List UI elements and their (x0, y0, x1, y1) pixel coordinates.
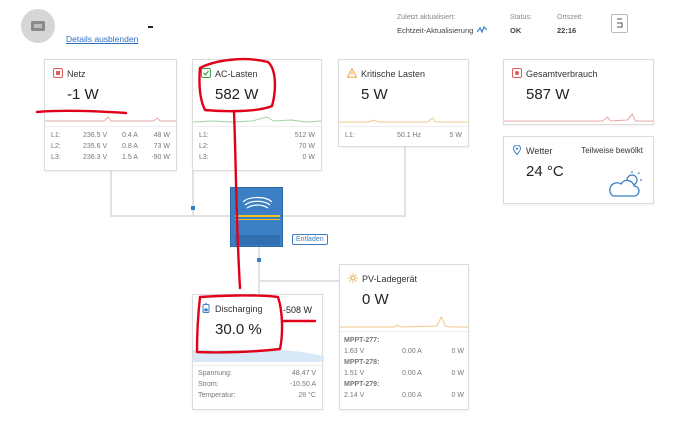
grid-sparkline (45, 116, 176, 122)
critical-loads-sparkline (339, 117, 468, 123)
connector-pv (259, 280, 339, 282)
battery-card[interactable]: Discharging -508 W 30.0 % Spannung: 48.4… (192, 294, 324, 410)
sun-icon (348, 273, 358, 283)
warning-icon (347, 68, 357, 78)
grid-card[interactable]: Netz -1 W L1: 236.5 V 0.4 A 48 W L2: 235… (44, 59, 177, 171)
grid-power-value: -1 W (67, 86, 99, 103)
flow-dot-1 (257, 258, 261, 262)
grid-phase-row: L1: 236.5 V 0.4 A 48 W (51, 132, 170, 139)
critical-loads-title: Kritische Lasten (361, 69, 426, 79)
status-label: Status: (510, 14, 532, 21)
ac-loads-card[interactable]: AC-Lasten 582 W L1: 512 W L2: 70 W L3: 0… (192, 59, 322, 171)
critical-loads-phase-row: L1: 50.1 Hz 5 W (345, 132, 462, 139)
inverter-device[interactable] (230, 187, 283, 247)
mppt-name: MPPT-278: (344, 359, 380, 366)
consumption-icon (512, 68, 522, 78)
mppt-name: MPPT-279: (344, 381, 380, 388)
inverter-mode-badge: Entladen (292, 234, 328, 245)
time-value: 22:16 (557, 26, 577, 35)
total-consumption-value: 587 W (526, 86, 570, 103)
total-consumption-card[interactable]: Gesamtverbrauch 587 W (503, 59, 654, 125)
ac-loads-phase-row: L2: 70 W (199, 143, 315, 150)
mppt-row: 1.51 V 0.00 A 0 W (344, 370, 464, 377)
mppt-row: 1.63 V 0.00 A 0 W (344, 348, 464, 355)
console-icon (617, 18, 623, 28)
weather-title: Wetter (526, 146, 553, 156)
battery-detail-row: Temperatur: 28 °C (198, 392, 316, 399)
battery-power-value: -508 W (282, 305, 312, 315)
weather-card[interactable]: Wetter Teilweise bewölkt 24 °C (503, 136, 654, 204)
pv-sparkline (340, 315, 468, 328)
pv-title: PV-Ladegerät (362, 274, 418, 284)
cursor-mark (148, 26, 153, 28)
battery-title: Discharging (215, 304, 263, 314)
battery-soc-value: 30.0 % (215, 321, 262, 338)
connector-critical-down (404, 147, 406, 217)
weather-condition: Teilweise bewölkt (581, 146, 643, 155)
critical-loads-card[interactable]: Kritische Lasten 5 W L1: 50.1 Hz 5 W (338, 59, 469, 147)
partly-cloudy-icon (609, 171, 642, 197)
battery-soc-area (193, 350, 324, 362)
connector-netz-inverter (110, 215, 231, 217)
pv-charger-card[interactable]: PV-Ladegerät 0 W MPPT-277: 1.63 V 0.00 A… (339, 264, 469, 410)
total-consumption-sparkline (504, 113, 653, 122)
location-pin-icon (512, 145, 522, 155)
status-value: OK (510, 26, 522, 35)
grid-phase-row: L2: 235.6 V 0.8 A 73 W (51, 143, 170, 150)
ac-loads-phase-row: L1: 512 W (199, 132, 315, 139)
grid-title: Netz (67, 69, 86, 79)
battery-icon (202, 303, 210, 313)
details-toggle-link[interactable]: Details ausblenden (66, 34, 138, 44)
connector-inverter-battery (258, 247, 260, 294)
battery-detail-row: Spannung: 48.47 V (198, 370, 316, 377)
ac-loads-sparkline (193, 116, 321, 123)
critical-loads-power-value: 5 W (361, 86, 388, 103)
updated-value: Echtzeit-Aktualisierung (397, 26, 474, 35)
realtime-pulse-icon (477, 26, 487, 34)
connector-netz-down (110, 171, 112, 217)
ac-loads-power-value: 582 W (215, 86, 259, 103)
mppt-name: MPPT-277: (344, 337, 380, 344)
total-consumption-title: Gesamtverbrauch (526, 69, 598, 79)
remote-console-button[interactable] (611, 14, 628, 33)
pv-power-value: 0 W (362, 291, 389, 308)
grid-icon (53, 68, 63, 78)
battery-detail-row: Strom: -10.50 A (198, 381, 316, 388)
updated-label: Zuletzt aktualisiert: (397, 14, 456, 21)
connector-inverter-critical (283, 215, 406, 217)
ac-loads-icon (201, 68, 211, 78)
mppt-row: 2.14 V 0.00 A 0 W (344, 392, 464, 399)
grid-phase-row: L3: 236.3 V 1.5 A -90 W (51, 154, 170, 161)
weather-temperature: 24 °C (526, 163, 564, 180)
flow-dot-2 (191, 206, 195, 210)
time-label: Ortszeit: (557, 14, 584, 21)
ac-loads-phase-row: L3: 0 W (199, 154, 315, 161)
connector-ac-down (192, 171, 194, 217)
site-avatar[interactable] (21, 9, 55, 43)
ac-loads-title: AC-Lasten (215, 69, 258, 79)
victron-logo-icon (235, 196, 280, 245)
device-thumbnail-icon (31, 21, 45, 31)
